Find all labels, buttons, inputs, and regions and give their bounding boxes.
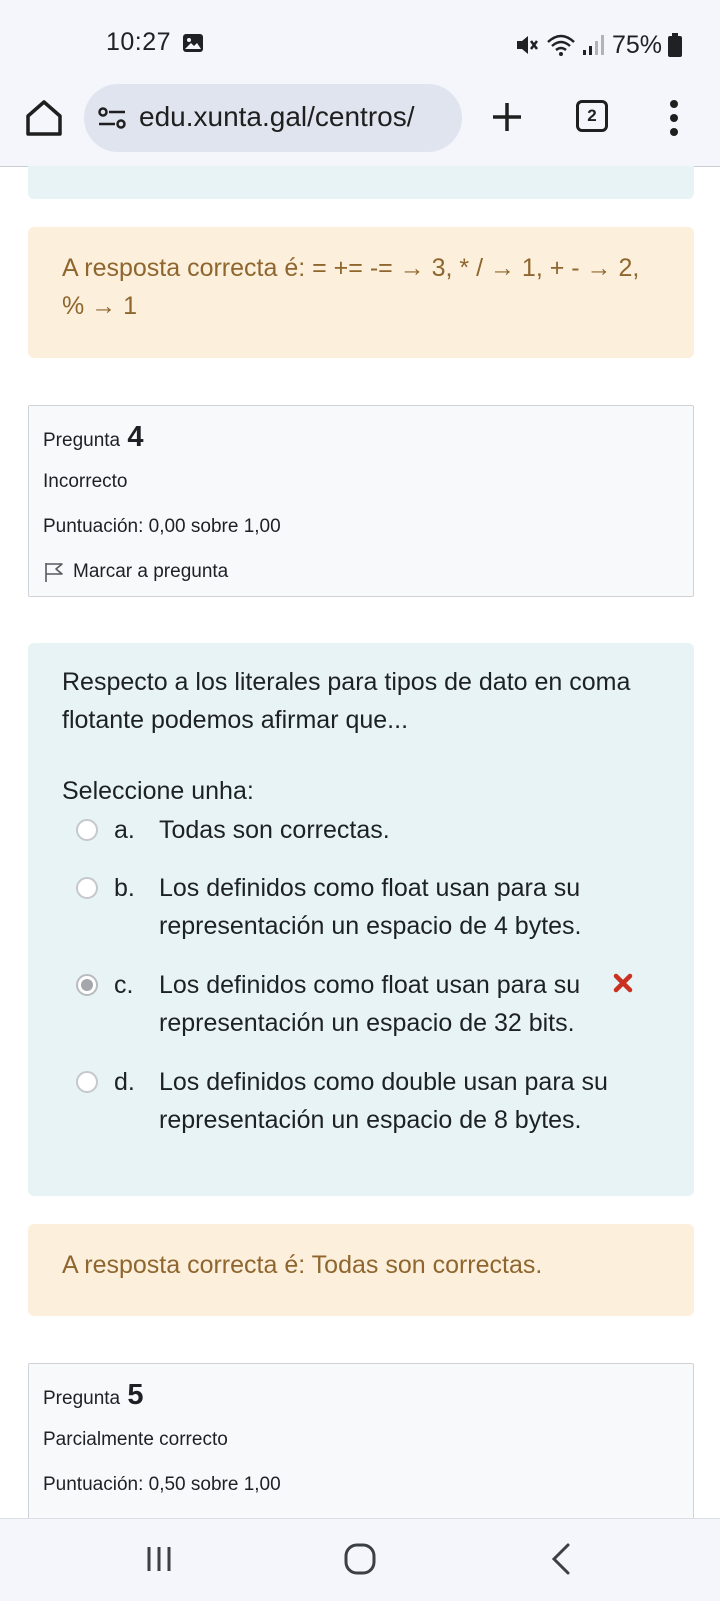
battery-percent: 75% [611,30,662,59]
question-heading: Pregunta 5 [43,1378,693,1412]
url-text: edu.xunta.gal/centros/ [139,101,415,132]
question-info-5: Pregunta 5 Parcialmente correcto Puntuac… [28,1363,694,1523]
question-state: Parcialmente correcto [43,1429,228,1450]
question-number: 5 [127,1379,144,1411]
recents-icon[interactable] [144,1543,174,1575]
mute-icon [516,36,538,54]
answer-text: Los definidos como float usan para su re… [159,971,581,1037]
feedback-text: A resposta correcta é: Todas son correct… [62,1251,543,1279]
radio-c[interactable] [76,974,98,996]
answer-letter: b. [114,874,135,902]
tune-icon[interactable] [98,106,126,130]
radio-d[interactable] [76,1071,98,1093]
browser-toolbar: edu.xunta.gal/centros/ 2 [0,84,720,167]
question-content-4: Respecto a los literales para tipos de d… [28,643,694,1196]
address-bar[interactable]: edu.xunta.gal/centros/ [84,84,462,152]
status-indicators: 75% [514,28,682,62]
tab-switcher-button[interactable]: 2 [576,100,608,132]
question-heading: Pregunta 4 [43,420,693,454]
question-info-4: Pregunta 4 Incorrecto Puntuación: 0,00 s… [28,405,694,597]
correct-answer-feedback: A resposta correcta é: = += -= → 3, * / … [28,227,694,358]
question-grade: Puntuación: 0,00 sobre 1,00 [43,516,281,537]
radio-b[interactable] [76,877,98,899]
question-number: 4 [127,421,144,453]
correct-answer-feedback-4: A resposta correcta é: Todas son correct… [28,1224,694,1316]
answer-text: Los definidos como double usan para su r… [159,1068,608,1134]
answer-letter: d. [114,1068,135,1096]
question-grade: Puntuación: 0,50 sobre 1,00 [43,1474,281,1495]
back-icon[interactable] [548,1542,574,1576]
battery-icon [668,33,682,57]
flag-label: Marcar a pregunta [73,561,229,582]
select-prompt: Seleccione unha: [62,777,254,805]
wifi-icon [547,34,575,56]
plus-icon[interactable] [487,97,527,137]
answer-text: Los definidos como float usan para su re… [159,874,582,940]
flag-icon [45,563,63,582]
question-label: Pregunta [43,430,121,451]
cross-icon [613,973,633,993]
radio-a[interactable] [76,819,98,841]
more-vert-icon[interactable] [664,96,684,140]
answer-text: Todas son correctas. [159,816,390,844]
flag-question-link[interactable]: Marcar a pregunta [43,555,693,589]
system-nav-bar [0,1518,720,1601]
answer-letter: a. [114,816,135,844]
gallery-notification-icon [183,34,203,52]
previous-question-box [28,166,694,199]
question-text: Respecto a los literales para tipos de d… [62,668,631,734]
signal-icon [582,35,604,55]
status-time: 10:27 [106,28,172,56]
question-state: Incorrecto [43,471,128,492]
question-label: Pregunta [43,1388,121,1409]
status-bar: 10:27 75% [0,0,720,84]
answer-letter: c. [114,971,134,999]
home-icon[interactable] [22,96,66,140]
feedback-text: A resposta correcta é: = += -= → 3, * / … [62,254,640,320]
home-nav-icon[interactable] [343,1542,377,1576]
